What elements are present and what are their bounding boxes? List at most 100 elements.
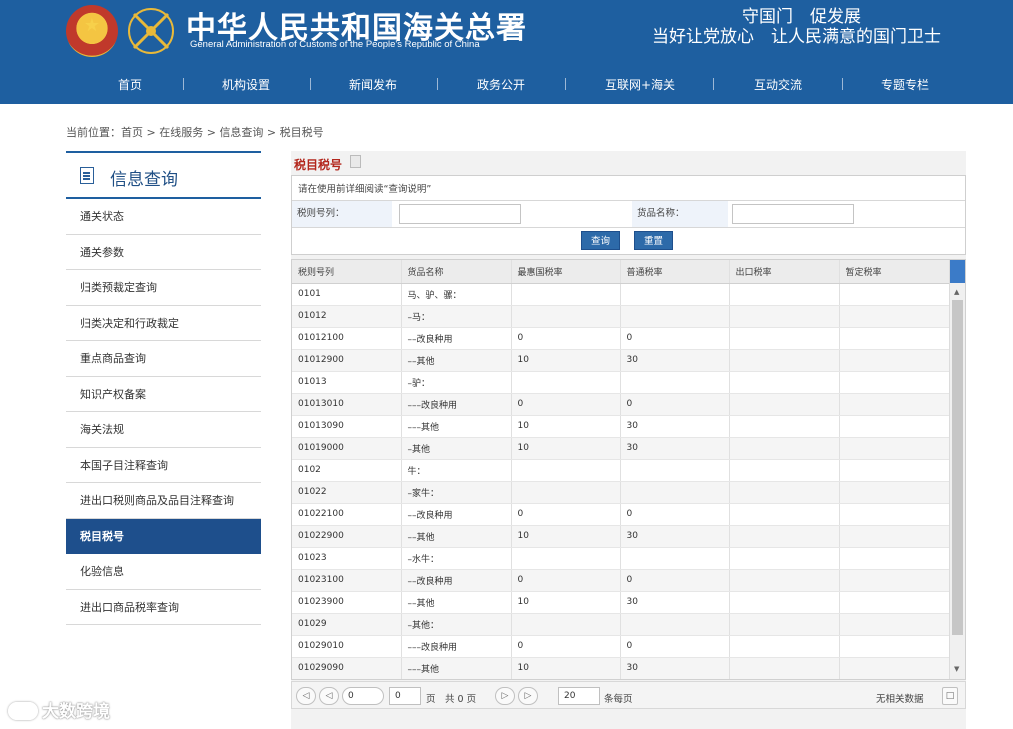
sidebar-item-tariff-codes[interactable]: 税目税号	[66, 518, 261, 554]
column-header[interactable]: 税则号列	[292, 260, 402, 284]
table-row[interactable]: 01013 –驴：	[292, 371, 950, 394]
breadcrumb-separator: >	[203, 126, 220, 139]
column-header[interactable]: 普通税率	[620, 260, 730, 284]
table-cell	[839, 525, 950, 548]
page-size-select[interactable]: 20	[558, 687, 600, 705]
table-cell: 0	[620, 327, 730, 350]
table-cell: 30	[620, 437, 730, 460]
grid-scrollbar[interactable]: ▲ ▼	[949, 260, 965, 679]
table-cell	[729, 305, 840, 328]
breadcrumb-prefix: 当前位置：	[66, 126, 121, 139]
nav-item-news[interactable]: 新闻发布	[349, 76, 397, 93]
table-row[interactable]: 0102 牛：	[292, 459, 950, 482]
table-cell: 10	[511, 437, 621, 460]
table-cell: 01012100	[292, 327, 402, 350]
tariff-code-input[interactable]	[399, 204, 521, 224]
table-row[interactable]: 0101 马、驴、骡：	[292, 283, 950, 306]
table-row[interactable]: 01012100 ––改良种用 0 0	[292, 327, 950, 350]
sidebar-item-subheading-notes[interactable]: 本国子目注释查询	[66, 448, 261, 483]
table-cell	[839, 503, 950, 526]
table-cell	[839, 481, 950, 504]
breadcrumb-info-query[interactable]: 信息查询	[219, 126, 263, 139]
page-input[interactable]: 0	[342, 687, 384, 705]
table-cell: ––改良种用	[401, 327, 512, 350]
last-page-icon[interactable]: ▷	[518, 687, 538, 705]
scroll-down-icon[interactable]: ▼	[954, 665, 959, 673]
scrollbar-thumb[interactable]	[952, 300, 963, 635]
nav-item-organization[interactable]: 机构设置	[222, 76, 270, 93]
column-header[interactable]: 暂定税率	[839, 260, 950, 284]
table-row[interactable]: 01029090 –––其他 10 30	[292, 657, 950, 679]
table-cell: 01019000	[292, 437, 402, 460]
sidebar-item-clearance-params[interactable]: 通关参数	[66, 235, 261, 270]
sidebar-item-ip-filing[interactable]: 知识产权备案	[66, 377, 261, 412]
reset-button[interactable]: 重置	[634, 231, 674, 250]
table-cell	[839, 591, 950, 614]
table-cell: 10	[511, 591, 621, 614]
total-pages-text: 共 0 页	[445, 694, 477, 705]
sidebar-item-classification-decision[interactable]: 归类决定和行政裁定	[66, 306, 261, 341]
table-cell: 30	[620, 591, 730, 614]
table-row[interactable]: 01023 –水牛：	[292, 547, 950, 570]
goods-name-input[interactable]	[732, 204, 854, 224]
table-row[interactable]: 01012 –马：	[292, 305, 950, 328]
table-row[interactable]: 01029010 –––改良种用 0 0	[292, 635, 950, 658]
column-header[interactable]: 出口税率	[729, 260, 840, 284]
table-row[interactable]: 01022100 ––改良种用 0 0	[292, 503, 950, 526]
table-cell: –驴：	[401, 371, 512, 394]
breadcrumb-online-service[interactable]: 在线服务	[159, 126, 203, 139]
nav-item-home[interactable]: 首页	[118, 76, 142, 93]
sidebar-item-clearance-status[interactable]: 通关状态	[66, 199, 261, 235]
sidebar-item-tax-rate-query[interactable]: 进出口商品税率查询	[66, 590, 261, 625]
table-cell: 01029090	[292, 657, 402, 679]
table-cell	[729, 525, 840, 548]
table-cell	[729, 591, 840, 614]
header-banner: ★ 中华人民共和国海关总署 General Administration of …	[0, 0, 1013, 64]
table-cell	[839, 459, 950, 482]
table-row[interactable]: 01023100 ––改良种用 0 0	[292, 569, 950, 592]
first-page-icon[interactable]: ◁	[296, 687, 316, 705]
breadcrumb-home[interactable]: 首页	[121, 126, 143, 139]
sidebar-item-tariff-notes[interactable]: 进出口税则商品及品目注释查询	[66, 483, 261, 519]
table-row[interactable]: 01023900 ––其他 10 30	[292, 591, 950, 614]
table-row[interactable]: 01012900 ––其他 10 30	[292, 349, 950, 372]
panel-title: 税目税号	[294, 158, 343, 172]
document-icon	[80, 167, 94, 184]
refresh-icon[interactable]: □	[942, 687, 958, 705]
page-number-field[interactable]: 0	[389, 687, 421, 705]
table-row[interactable]: 01013090 –––其他 10 30	[292, 415, 950, 438]
sidebar-item-lab-info[interactable]: 化验信息	[66, 554, 261, 590]
next-page-icon[interactable]: ▷	[495, 687, 515, 705]
tariff-table: 税则号列 货品名称 最惠国税率 普通税率 出口税率 暂定税率 0101 马、驴、骡…	[292, 260, 950, 679]
table-cell	[620, 459, 730, 482]
query-button[interactable]: 查询	[581, 231, 621, 250]
nav-item-interaction[interactable]: 互动交流	[754, 76, 802, 93]
scroll-up-icon[interactable]: ▲	[954, 288, 959, 296]
column-header[interactable]: 最惠国税率	[511, 260, 621, 284]
column-header[interactable]: 货品名称	[401, 260, 512, 284]
nav-item-special-topics[interactable]: 专题专栏	[881, 76, 929, 93]
sidebar-item-customs-regulations[interactable]: 海关法规	[66, 412, 261, 448]
table-cell	[729, 657, 840, 679]
table-cell	[839, 349, 950, 372]
table-cell: 0	[511, 327, 621, 350]
sidebar-item-classification-preruling[interactable]: 归类预裁定查询	[66, 270, 261, 306]
table-row[interactable]: 01022 –家牛：	[292, 481, 950, 504]
prev-page-icon[interactable]: ◁	[319, 687, 339, 705]
table-cell	[620, 613, 730, 636]
table-cell	[620, 547, 730, 570]
table-row[interactable]: 01019000 –其他 10 30	[292, 437, 950, 460]
table-cell	[729, 349, 840, 372]
table-row[interactable]: 01029 –其他：	[292, 613, 950, 636]
table-cell: ––其他	[401, 349, 512, 372]
main-panel: 税目税号 请在使用前详细阅读“查询说明” 税则号列： 货品名称： 查询 重置 税…	[291, 151, 966, 729]
table-row[interactable]: 01013010 –––改良种用 0 0	[292, 393, 950, 416]
table-header-row: 税则号列 货品名称 最惠国税率 普通税率 出口税率 暂定税率	[292, 260, 950, 284]
table-cell: 30	[620, 349, 730, 372]
nav-item-internet-customs[interactable]: 互联网+海关	[605, 76, 675, 93]
usage-note[interactable]: 请在使用前详细阅读“查询说明”	[298, 181, 431, 195]
nav-item-gov-affairs[interactable]: 政务公开	[477, 76, 525, 93]
table-row[interactable]: 01022900 ––其他 10 30	[292, 525, 950, 548]
table-cell	[729, 547, 840, 570]
sidebar-item-key-goods[interactable]: 重点商品查询	[66, 341, 261, 377]
